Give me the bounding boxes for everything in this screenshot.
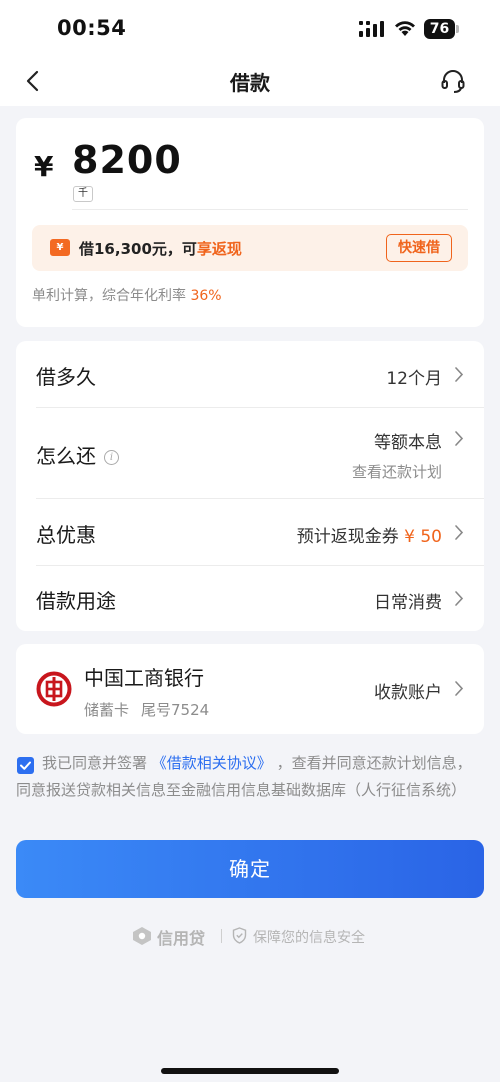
repay-value: 等额本息	[374, 433, 442, 453]
divider	[72, 209, 468, 210]
footer: 信用贷 保障您的信息安全	[0, 924, 500, 948]
quick-borrow-button[interactable]: 快速借	[386, 234, 452, 262]
bank-account-card[interactable]: 中国工商银行 储蓄卡 尾号7524 收款账户	[16, 644, 484, 734]
info-icon[interactable]: i	[104, 450, 119, 465]
icbc-logo-icon	[36, 671, 72, 707]
currency-symbol: ¥	[34, 150, 54, 183]
nav-bar: 借款	[0, 58, 500, 106]
amount-input[interactable]: 8200	[72, 138, 182, 182]
term-row[interactable]: 借多久 12个月	[16, 341, 484, 407]
purpose-row[interactable]: 借款用途 日常消费	[16, 566, 484, 631]
battery-level: 76	[424, 19, 455, 39]
discount-label: 总优惠	[36, 523, 96, 547]
loan-options-card: 借多久 12个月 怎么还 i 等额本息 查看还款计划 总优惠 预计返现金券 ¥ 5…	[16, 341, 484, 631]
purpose-label: 借款用途	[36, 589, 116, 613]
divider	[221, 929, 222, 943]
term-label: 借多久	[36, 365, 96, 389]
headset-icon[interactable]	[439, 67, 467, 95]
term-value: 12个月	[386, 369, 442, 389]
chevron-right-icon	[455, 591, 464, 606]
bank-name: 中国工商银行	[84, 666, 204, 690]
amount-unit-tag: 千	[73, 186, 93, 202]
shield-icon	[232, 927, 247, 944]
home-indicator	[161, 1068, 339, 1074]
repay-label: 怎么还 i	[36, 440, 119, 469]
interest-rate-note: 单利计算，综合年化利率 36%	[32, 288, 222, 304]
discount-row[interactable]: 总优惠 预计返现金券 ¥ 50	[16, 499, 484, 565]
promo-text: 借16,300元，可享返现	[79, 240, 242, 258]
amount-card: ¥ 8200 千 ¥ 借16,300元，可享返现 快速借 单利计算，综合年化利率…	[16, 118, 484, 327]
discount-value: 预计返现金券 ¥ 50	[296, 527, 442, 547]
chevron-right-icon	[455, 681, 464, 696]
repay-method-row[interactable]: 怎么还 i 等额本息 查看还款计划	[16, 408, 484, 498]
bank-card-info: 储蓄卡 尾号7524	[84, 701, 210, 719]
coupon-icon: ¥	[50, 239, 70, 256]
page-title: 借款	[230, 71, 270, 95]
view-repay-plan-link[interactable]: 查看还款计划	[352, 461, 442, 482]
purpose-value: 日常消费	[374, 593, 442, 613]
status-time: 00:54	[57, 16, 127, 40]
chevron-right-icon	[455, 367, 464, 382]
promo-banner: ¥ 借16,300元，可享返现 快速借	[32, 225, 468, 271]
chevron-right-icon	[455, 431, 464, 446]
credit-loan-logo-icon	[133, 927, 151, 945]
signal-icon	[359, 21, 384, 37]
security-note: 保障您的信息安全	[253, 930, 365, 946]
status-bar: 00:54 76	[0, 0, 500, 58]
battery-icon: 76	[424, 19, 460, 39]
agreement-link[interactable]: 《借款相关协议》	[152, 754, 272, 772]
receiving-account-label: 收款账户	[374, 683, 442, 703]
agreement-checkbox[interactable]	[17, 757, 34, 774]
footer-brand: 信用贷	[157, 929, 206, 948]
agreement-text: 我已同意并签署 《借款相关协议》 ，查看并同意还款计划信息，同意报送贷款相关信息…	[16, 754, 472, 799]
confirm-button[interactable]: 确定	[16, 840, 484, 898]
wifi-icon	[395, 21, 415, 36]
chevron-right-icon	[455, 525, 464, 540]
